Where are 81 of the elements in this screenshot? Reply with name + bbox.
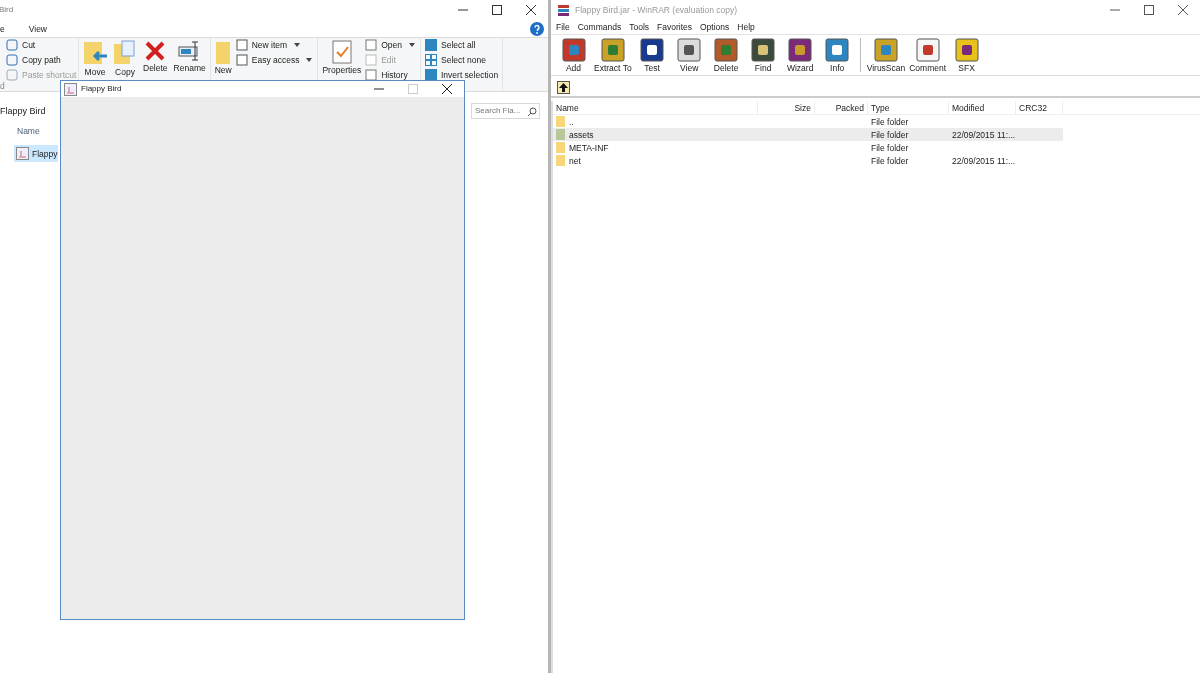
address-bar[interactable]: Flappy Bird: [0, 106, 46, 116]
ribbon-button[interactable]: Rename: [173, 40, 206, 77]
delete-icon: [144, 40, 167, 62]
up-folder-button[interactable]: [557, 80, 570, 94]
maximize-icon: [1144, 5, 1154, 15]
table-cell: assets: [569, 129, 594, 140]
table-cell: File folder: [871, 116, 909, 127]
close-icon: [442, 84, 452, 94]
help-icon[interactable]: [530, 21, 544, 36]
window-title: Flappy Bird.jar - WinRAR (evaluation copy): [575, 5, 738, 15]
toolbar-button[interactable]: Delete: [709, 37, 743, 73]
file-entry[interactable]: Flappy: [14, 145, 58, 162]
ribbon-button[interactable]: Cut: [6, 40, 36, 50]
table-cell: File folder: [871, 142, 909, 153]
caret-icon: [306, 58, 314, 62]
column-header[interactable]: Name: [553, 101, 758, 114]
file-row[interactable]: net File folder 22/09/2015 11:...: [553, 154, 1063, 167]
java-file-icon: [16, 147, 29, 160]
up-arrow-icon: [558, 81, 569, 93]
toolbar-button[interactable]: View: [672, 37, 706, 73]
menu-item[interactable]: Options: [700, 22, 730, 32]
column-header[interactable]: CRC32: [1016, 101, 1063, 114]
group-label: d: [0, 81, 5, 91]
window-title: Flappy Bird: [81, 84, 122, 94]
toolbar-button[interactable]: Info: [820, 37, 854, 73]
ribbon-button[interactable]: Copy path: [6, 55, 61, 65]
table-cell: 22/09/2015 11:...: [952, 155, 1016, 166]
toolbar-button[interactable]: Comment: [909, 37, 947, 73]
ribbon-button[interactable]: Properties: [322, 40, 362, 77]
search-field[interactable]: Search Fla...: [471, 103, 540, 119]
table-cell: File folder: [871, 129, 909, 140]
folder-arrow-icon: [83, 40, 107, 66]
column-header[interactable]: Type: [868, 101, 949, 114]
file-row[interactable]: META-INF File folder: [553, 141, 1063, 154]
table-cell: File folder: [871, 155, 909, 166]
menu-item[interactable]: Favorites: [657, 22, 692, 32]
column-header[interactable]: Size: [758, 101, 815, 114]
ribbon-button[interactable]: History: [365, 70, 416, 80]
menu-item[interactable]: Commands: [577, 22, 622, 32]
ribbon-tab[interactable]: View: [28, 21, 47, 36]
ribbon-button[interactable]: Select none: [425, 55, 499, 65]
window-title: Bird: [0, 5, 14, 15]
toolbar-button[interactable]: SFX: [950, 37, 984, 73]
toolbar-button[interactable]: VirusScan: [866, 37, 906, 73]
ribbon-tab[interactable]: e: [0, 21, 5, 36]
ribbon-button[interactable]: Delete: [143, 40, 168, 77]
table-cell: META-INF: [569, 142, 609, 153]
properties-icon: [331, 40, 352, 64]
column-header[interactable]: Packed: [815, 101, 868, 114]
ribbon-button[interactable]: Open: [365, 40, 416, 50]
toolbar-button[interactable]: Extract To: [594, 37, 632, 73]
ribbon-button[interactable]: New item: [235, 40, 314, 50]
ribbon-button[interactable]: Easy access: [235, 55, 314, 65]
close-icon: [1178, 5, 1188, 15]
java-file-icon: [64, 82, 77, 96]
ribbon-button[interactable]: Invert selection: [425, 70, 499, 80]
table-cell: 22/09/2015 11:...: [952, 129, 1016, 140]
ribbon-button[interactable]: Copy: [113, 40, 137, 77]
toolbar-button[interactable]: Test: [635, 37, 669, 73]
menu-item[interactable]: Help: [737, 22, 755, 32]
menu-item[interactable]: File: [556, 22, 570, 32]
menu-item[interactable]: Tools: [629, 22, 649, 32]
ribbon-button[interactable]: New: [214, 40, 232, 77]
caret-icon: [409, 43, 416, 47]
caret-icon: [294, 43, 302, 47]
ribbon-button[interactable]: Move: [83, 40, 107, 77]
ribbon-button[interactable]: Select all: [425, 40, 499, 50]
maximize-icon: [492, 5, 502, 15]
close-icon: [526, 5, 536, 15]
toolbar-button[interactable]: Add: [557, 37, 590, 73]
copy-icon: [113, 40, 137, 66]
column-header[interactable]: Modified: [949, 101, 1016, 114]
search-icon: [527, 107, 537, 117]
table-cell: net: [569, 155, 581, 166]
maximize-icon: [408, 84, 418, 94]
column-header[interactable]: Name: [17, 126, 40, 136]
file-row[interactable]: .. File folder: [553, 115, 1063, 128]
toolbar-button[interactable]: Wizard: [783, 37, 817, 73]
table-cell: ..: [569, 116, 574, 127]
file-row[interactable]: assets File folder 22/09/2015 11:...: [553, 128, 1063, 141]
toolbar-button[interactable]: Find: [746, 37, 780, 73]
